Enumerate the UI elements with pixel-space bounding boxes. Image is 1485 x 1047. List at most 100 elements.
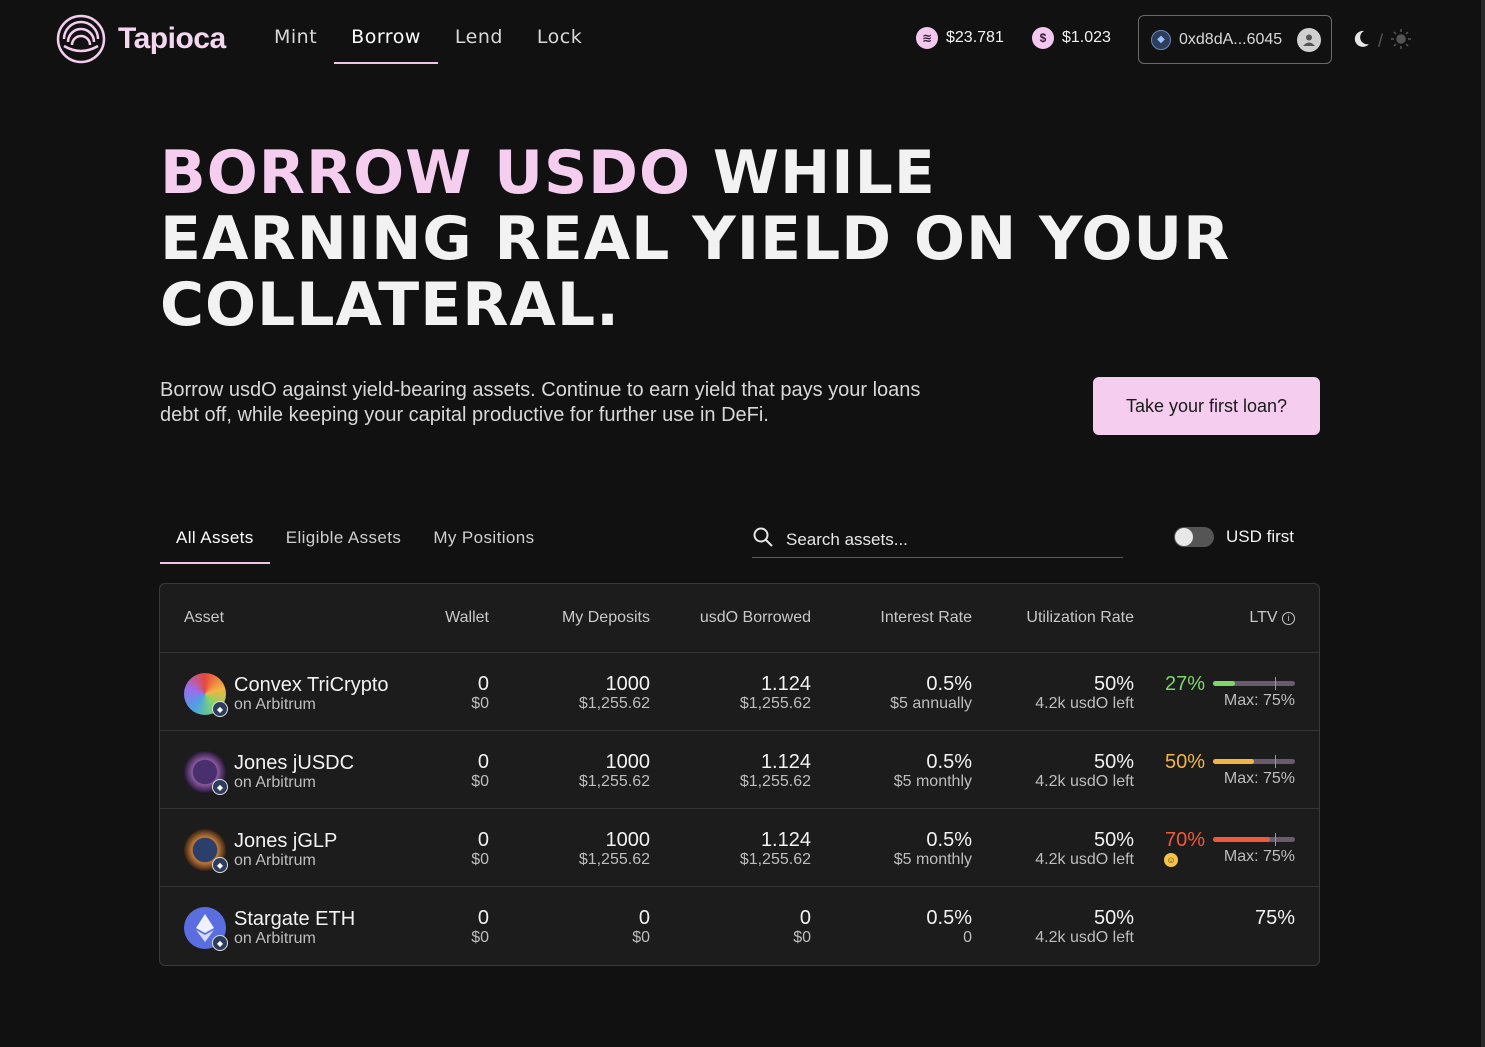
take-loan-button[interactable]: Take your first loan? — [1093, 377, 1320, 435]
nav-lock[interactable]: Lock — [520, 26, 599, 64]
wallet-value: 0 — [477, 829, 489, 851]
utilization-value: 50% — [1093, 829, 1134, 851]
interest-sub: $5 monthly — [893, 773, 972, 790]
asset-chain: on Arbitrum — [234, 852, 316, 869]
wallet-button[interactable]: ◆ 0xd8dA...6045 — [1138, 15, 1332, 64]
user-avatar-icon — [1297, 27, 1321, 52]
col-borrowed[interactable]: usdO Borrowed — [700, 609, 811, 627]
table-header: Asset Wallet My Deposits usdO Borrowed I… — [160, 584, 1319, 653]
interest-sub: $5 monthly — [893, 851, 972, 868]
ltv-value: 50% — [1164, 751, 1205, 773]
top-header: Tapioca Mint Borrow Lend Lock ≋ $23.781 … — [0, 0, 1485, 80]
col-utilization[interactable]: Utilization Rate — [1026, 609, 1134, 627]
ltv-bar-fill — [1213, 837, 1271, 842]
jglp-icon: ◆ — [184, 829, 228, 873]
col-wallet[interactable]: Wallet — [445, 609, 489, 627]
deposits-value: 0 — [638, 907, 650, 929]
ltv-cell: 70% Max: 75% ☺ — [1164, 829, 1295, 867]
borrowed-usd: $1,255.62 — [739, 773, 811, 790]
borrowed-usd: $1,255.62 — [739, 851, 811, 868]
ltv-max: Max: 75% — [1223, 770, 1295, 787]
utilization-value: 50% — [1093, 907, 1134, 929]
ltv-bar-fill — [1213, 681, 1236, 686]
brand-logo[interactable]: Tapioca — [56, 14, 226, 64]
table-row[interactable]: ◆ Jones jUSDC on Arbitrum 0 $0 1000 $1,255… — [160, 731, 1319, 809]
theme-switcher: / — [1350, 27, 1413, 56]
arbitrum-badge-icon: ◆ — [212, 779, 228, 795]
tab-my-positions[interactable]: My Positions — [417, 524, 550, 564]
utilization-sub: 4.2k usdO left — [1035, 929, 1134, 946]
utilization-sub: 4.2k usdO left — [1035, 851, 1134, 868]
asset-chain: on Arbitrum — [234, 930, 316, 947]
interest-value: 0.5% — [926, 751, 972, 773]
tab-all-assets[interactable]: All Assets — [160, 524, 270, 564]
interest-value: 0.5% — [926, 673, 972, 695]
hero-title-highlight: BORROW USDO — [160, 138, 691, 208]
interest-sub: $5 annually — [890, 695, 972, 712]
table-row[interactable]: ◆ Convex TriCrypto on Arbitrum 0 $0 1000 $… — [160, 653, 1319, 731]
usd-first-toggle[interactable] — [1174, 527, 1214, 547]
interest-value: 0.5% — [926, 829, 972, 851]
ltv-value: 27% — [1164, 673, 1205, 695]
wallet-usd: $0 — [471, 773, 489, 790]
deposits-usd: $1,255.62 — [578, 851, 650, 868]
usd-first-control: USD first — [1174, 527, 1294, 547]
ltv-max: Max: 75% — [1223, 692, 1295, 709]
col-interest[interactable]: Interest Rate — [880, 609, 972, 627]
ltv-value: 75% — [1254, 907, 1295, 929]
tapioca-coin-icon: ≋ — [916, 27, 938, 49]
interest-value: 0.5% — [926, 907, 972, 929]
usdo-coin-icon: $ — [1032, 27, 1054, 49]
theme-separator: / — [1378, 31, 1384, 51]
utilization-sub: 4.2k usdO left — [1035, 773, 1134, 790]
borrowed-usd: $1,255.62 — [739, 695, 811, 712]
main-nav: Mint Borrow Lend Lock — [274, 26, 599, 64]
nav-lend[interactable]: Lend — [438, 26, 520, 64]
deposits-value: 1000 — [605, 829, 651, 851]
nav-mint[interactable]: Mint — [274, 26, 334, 64]
sun-icon[interactable] — [1389, 27, 1413, 56]
ltv-bar-fill — [1213, 759, 1254, 764]
deposits-value: 1000 — [605, 751, 651, 773]
tap-price: ≋ $23.781 — [916, 27, 1004, 49]
col-deposits[interactable]: My Deposits — [562, 609, 650, 627]
moon-icon[interactable] — [1350, 28, 1372, 55]
search-input[interactable] — [786, 529, 1123, 550]
ltv-max-marker — [1274, 755, 1276, 768]
table-row[interactable]: ◆ Stargate ETH on Arbitrum 0 $0 0 $0 0 $0 0… — [160, 887, 1319, 965]
ltv-max-marker — [1274, 833, 1276, 846]
wallet-usd: $0 — [471, 929, 489, 946]
wallet-usd: $0 — [471, 695, 489, 712]
ltv-max: Max: 75% — [1223, 848, 1295, 865]
tapioca-logo-icon — [56, 14, 106, 64]
arbitrum-badge-icon: ◆ — [212, 701, 228, 717]
usdo-price-value: $1.023 — [1062, 29, 1111, 46]
ltv-cell: 27% Max: 75% — [1165, 673, 1295, 710]
table-row[interactable]: ◆ Jones jGLP on Arbitrum 0 $0 1000 $1,255.… — [160, 809, 1319, 887]
col-ltv-label: LTV — [1249, 609, 1278, 626]
info-icon[interactable]: i — [1282, 612, 1295, 625]
usdo-price: $ $1.023 — [1032, 27, 1111, 49]
utilization-value: 50% — [1093, 751, 1134, 773]
jusdc-icon: ◆ — [184, 751, 228, 795]
nav-borrow[interactable]: Borrow — [334, 26, 438, 64]
hero-title: BORROW USDO WHILE EARNING REAL YIELD ON … — [160, 140, 1260, 338]
search-icon — [752, 526, 774, 553]
arbitrum-badge-icon: ◆ — [212, 935, 228, 951]
col-ltv[interactable]: LTV i — [1249, 609, 1295, 627]
hero-subtitle: Borrow usdO against yield-bearing assets… — [160, 379, 921, 426]
window-edge — [1481, 0, 1485, 1047]
asset-chain: on Arbitrum — [234, 696, 316, 713]
toggle-knob — [1175, 528, 1193, 546]
deposits-usd: $0 — [632, 929, 650, 946]
deposits-usd: $1,255.62 — [578, 695, 650, 712]
tab-eligible-assets[interactable]: Eligible Assets — [270, 524, 418, 564]
tap-price-value: $23.781 — [946, 29, 1004, 46]
ltv-bar — [1213, 755, 1295, 768]
wallet-usd: $0 — [471, 851, 489, 868]
col-asset[interactable]: Asset — [184, 609, 224, 627]
wallet-address: 0xd8dA...6045 — [1179, 30, 1283, 48]
asset-name: Stargate ETH — [234, 908, 356, 930]
interest-sub: 0 — [963, 929, 972, 946]
arbitrum-icon: ◆ — [1151, 29, 1171, 50]
